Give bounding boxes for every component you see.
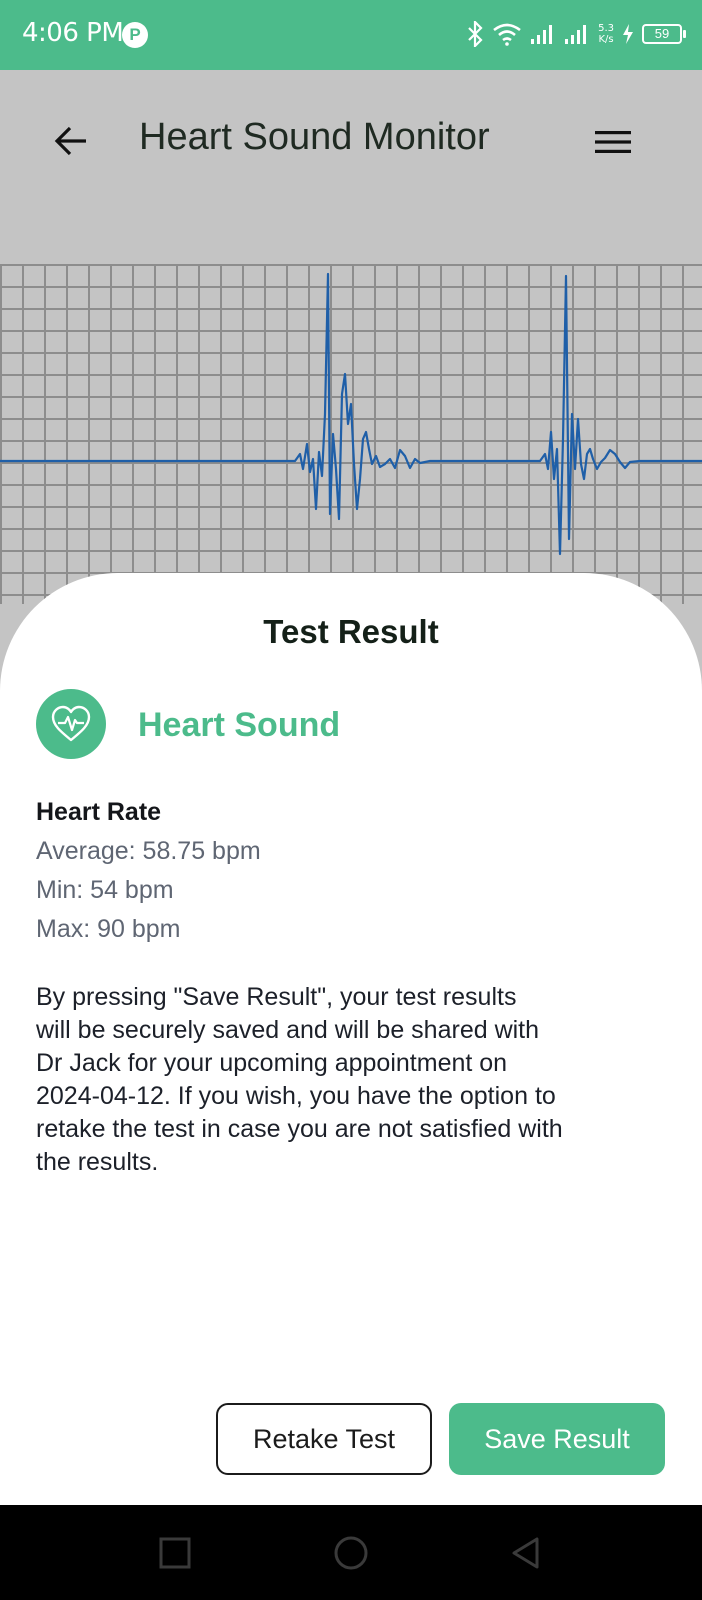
- hamburger-menu-icon: [595, 131, 631, 153]
- section-title-heart-sound: Heart Sound: [138, 706, 341, 744]
- square-icon: [159, 1537, 191, 1569]
- bluetooth-icon: [468, 21, 483, 47]
- save-result-button[interactable]: Save Result: [449, 1403, 665, 1475]
- heart-pulse-icon-badge: [36, 689, 106, 759]
- back-button[interactable]: [48, 118, 94, 164]
- home-button[interactable]: [331, 1533, 371, 1573]
- net-speed-value: 5.3: [598, 23, 614, 34]
- save-info-text: By pressing "Save Result", your test res…: [36, 983, 563, 1176]
- page-title: Heart Sound Monitor: [139, 116, 490, 158]
- app-header: Heart Sound Monitor: [0, 70, 702, 210]
- back-nav-button[interactable]: [506, 1533, 546, 1573]
- heart-rate-max: Max: 90 bpm: [36, 915, 181, 943]
- signal-icon-sim1: [531, 25, 553, 44]
- battery-icon: 59: [642, 24, 686, 44]
- recent-apps-button[interactable]: [155, 1533, 195, 1573]
- retake-test-button[interactable]: Retake Test: [216, 1403, 432, 1475]
- system-navigation-bar: [0, 1505, 702, 1600]
- triangle-back-icon: [512, 1537, 539, 1569]
- heart-pulse-icon: [51, 705, 91, 742]
- sheet-title: Test Result: [263, 613, 439, 650]
- menu-button[interactable]: [590, 122, 636, 162]
- app-notification-icon: P: [122, 22, 148, 48]
- heart-rate-average: Average: 58.75 bpm: [36, 837, 261, 865]
- status-time: 4:06 PM: [22, 18, 124, 48]
- wifi-icon: [493, 23, 521, 46]
- arrow-left-icon: [54, 126, 86, 156]
- signal-icon-sim2: [565, 25, 587, 44]
- heart-rate-min: Min: 54 bpm: [36, 876, 174, 904]
- status-icons: 5.3 K/s 59: [466, 16, 686, 52]
- net-speed-unit: K/s: [598, 34, 614, 45]
- heart-rate-heading: Heart Rate: [36, 798, 162, 826]
- net-speed-indicator: 5.3 K/s: [598, 23, 614, 45]
- charging-icon: [623, 24, 633, 44]
- heart-sound-waveform: [0, 272, 702, 556]
- circle-icon: [334, 1536, 368, 1570]
- status-bar: 4:06 PM P 5.3 K/s 59: [0, 0, 702, 70]
- test-result-sheet: Test Result Heart Sound Heart Rate Avera…: [0, 573, 702, 1505]
